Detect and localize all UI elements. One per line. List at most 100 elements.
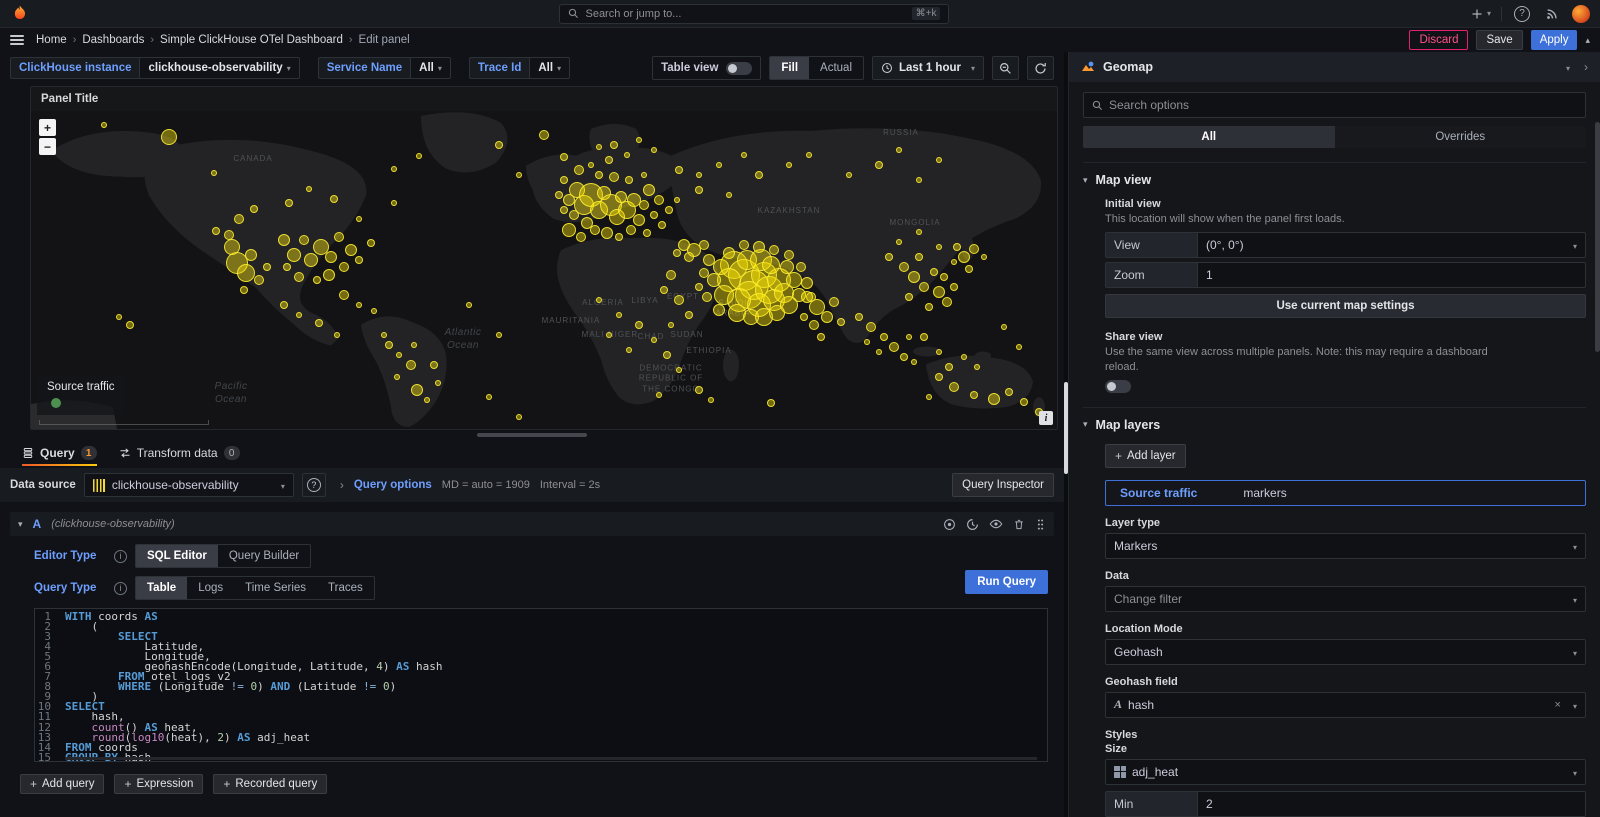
- map-marker: [356, 302, 362, 308]
- options-search[interactable]: [1083, 92, 1586, 118]
- section-title: Map layers: [1096, 418, 1161, 432]
- options-scrollbar-thumb[interactable]: [1595, 122, 1600, 352]
- expression-button[interactable]: +Expression: [114, 774, 203, 794]
- share-view-toggle[interactable]: [1105, 380, 1131, 393]
- save-button[interactable]: Save: [1476, 30, 1522, 50]
- visualization-picker-title[interactable]: Geomap: [1103, 60, 1153, 74]
- data-filter-select[interactable]: Change filter: [1105, 586, 1586, 612]
- breadcrumb-home[interactable]: Home: [36, 34, 67, 46]
- info-circle-icon[interactable]: [943, 518, 956, 531]
- variable-value-dropdown[interactable]: All: [529, 57, 570, 79]
- sql-code-editor[interactable]: 1WITH coords AS2 (3 SELECT4 Latitude,5 L…: [34, 608, 1048, 762]
- grafana-logo-icon[interactable]: [10, 4, 30, 24]
- section-map-layers-header[interactable]: ▾ Map layers: [1083, 418, 1586, 432]
- editor-type-builder[interactable]: Query Builder: [218, 545, 310, 567]
- delete-query-trash-icon[interactable]: [1013, 518, 1025, 531]
- help-button[interactable]: ?: [1512, 4, 1532, 24]
- map-marker: [615, 233, 623, 241]
- map-zoom-out-button[interactable]: −: [39, 138, 56, 155]
- tab-all[interactable]: All: [1083, 126, 1335, 148]
- chevron-down-icon[interactable]: [1562, 60, 1570, 74]
- user-avatar[interactable]: [1572, 5, 1590, 23]
- time-range-picker[interactable]: Last 1 hour: [872, 56, 984, 80]
- resize-handle[interactable]: [477, 433, 587, 437]
- fill-option[interactable]: Fill: [770, 57, 809, 79]
- tab-overrides[interactable]: Overrides: [1335, 126, 1587, 148]
- datasource-help-button[interactable]: ?: [302, 473, 326, 497]
- breadcrumb-dashboard-name[interactable]: Simple ClickHouse OTel Dashboard: [160, 34, 343, 46]
- tab-transform-data[interactable]: Transform data 0: [119, 440, 240, 466]
- map-marker: [699, 240, 709, 250]
- collapse-pane-icon[interactable]: ›: [1584, 60, 1588, 74]
- map-marker: [809, 320, 819, 330]
- map-marker: [942, 297, 952, 307]
- hide-query-eye-icon[interactable]: [989, 517, 1003, 531]
- zoom-out-time-button[interactable]: [992, 56, 1019, 80]
- options-search-input[interactable]: [1109, 98, 1577, 112]
- map-marker: [539, 130, 549, 140]
- search-input[interactable]: [585, 8, 911, 20]
- news-button[interactable]: [1542, 4, 1562, 24]
- map-marker: [609, 172, 619, 182]
- global-search[interactable]: ⌘+k: [559, 4, 949, 24]
- location-mode-select[interactable]: Geohash: [1105, 639, 1586, 665]
- variable-value-dropdown[interactable]: All: [410, 57, 451, 79]
- geohash-field-select[interactable]: A hash ×: [1105, 692, 1586, 718]
- duplicate-query-icon[interactable]: [966, 518, 979, 531]
- layer-name[interactable]: Source traffic: [1120, 486, 1197, 500]
- map-marker: [643, 229, 651, 237]
- query-type-logs[interactable]: Logs: [187, 577, 234, 599]
- apply-button[interactable]: Apply: [1531, 30, 1578, 50]
- refresh-button[interactable]: [1027, 56, 1054, 80]
- use-current-map-settings-button[interactable]: Use current map settings: [1105, 294, 1586, 318]
- drag-handle-icon[interactable]: [1035, 518, 1046, 531]
- editor-type-sql[interactable]: SQL Editor: [136, 545, 218, 567]
- min-input[interactable]: [1197, 791, 1586, 817]
- recorded-query-button[interactable]: +Recorded query: [213, 774, 327, 794]
- top-nav: ⌘+k ?: [0, 0, 1600, 28]
- map-marker: [953, 243, 961, 251]
- layer-card-source-traffic[interactable]: Source traffic markers: [1105, 480, 1586, 506]
- layer-type-select[interactable]: Markers: [1105, 533, 1586, 559]
- view-select[interactable]: (0°, 0°): [1197, 232, 1586, 258]
- query-options-link[interactable]: Query options: [354, 479, 432, 491]
- map-attribution-button[interactable]: i: [1039, 411, 1053, 425]
- menu-toggle-button[interactable]: [10, 35, 24, 45]
- actual-option[interactable]: Actual: [809, 57, 863, 79]
- variable-label: Trace Id: [469, 57, 529, 79]
- section-map-view-header[interactable]: ▾ Map view: [1083, 173, 1586, 187]
- edit-area: ClickHouse instance clickhouse-observabi…: [0, 52, 1064, 817]
- query-type-traces[interactable]: Traces: [317, 577, 374, 599]
- add-query-button[interactable]: +Add query: [20, 774, 104, 794]
- scrollbar-thumb[interactable]: [1064, 382, 1068, 474]
- map-marker: [676, 367, 682, 373]
- map-marker: [708, 397, 714, 403]
- map-marker: [299, 235, 309, 245]
- size-field-select[interactable]: adj_heat: [1105, 759, 1586, 785]
- world-map[interactable]: RUSSIACANADAKAZAKHSTANMONGOLIAALGERIALIB…: [31, 111, 1057, 429]
- collapse-query-icon[interactable]: ▾: [18, 519, 23, 530]
- map-zoom-in-button[interactable]: +: [39, 119, 56, 136]
- add-layer-button[interactable]: +Add layer: [1105, 444, 1186, 468]
- table-view-toggle[interactable]: [726, 62, 752, 75]
- code-scrollbar[interactable]: [65, 757, 1037, 760]
- map-marker: [283, 263, 291, 271]
- clear-icon[interactable]: ×: [1555, 699, 1561, 711]
- datasource-picker[interactable]: clickhouse-observability: [84, 473, 294, 497]
- run-query-button[interactable]: Run Query: [965, 570, 1048, 594]
- collapse-header-icon[interactable]: ▴: [1585, 35, 1590, 46]
- tab-query[interactable]: Query 1: [22, 440, 97, 466]
- zoom-input[interactable]: [1197, 262, 1586, 288]
- map-marker: [800, 313, 808, 321]
- query-inspector-button[interactable]: Query Inspector: [952, 473, 1054, 497]
- query-type-table[interactable]: Table: [136, 577, 187, 599]
- variable-value-dropdown[interactable]: clickhouse-observability: [139, 57, 299, 79]
- query-type-timeseries[interactable]: Time Series: [234, 577, 317, 599]
- breadcrumb-dashboards[interactable]: Dashboards: [82, 34, 144, 46]
- section-title: Map view: [1096, 173, 1152, 187]
- add-new-button[interactable]: [1471, 4, 1491, 24]
- map-marker: [908, 271, 920, 283]
- discard-button[interactable]: Discard: [1409, 30, 1468, 50]
- query-row-header[interactable]: ▾ A (clickhouse-observability): [10, 512, 1054, 536]
- map-marker: [643, 184, 655, 196]
